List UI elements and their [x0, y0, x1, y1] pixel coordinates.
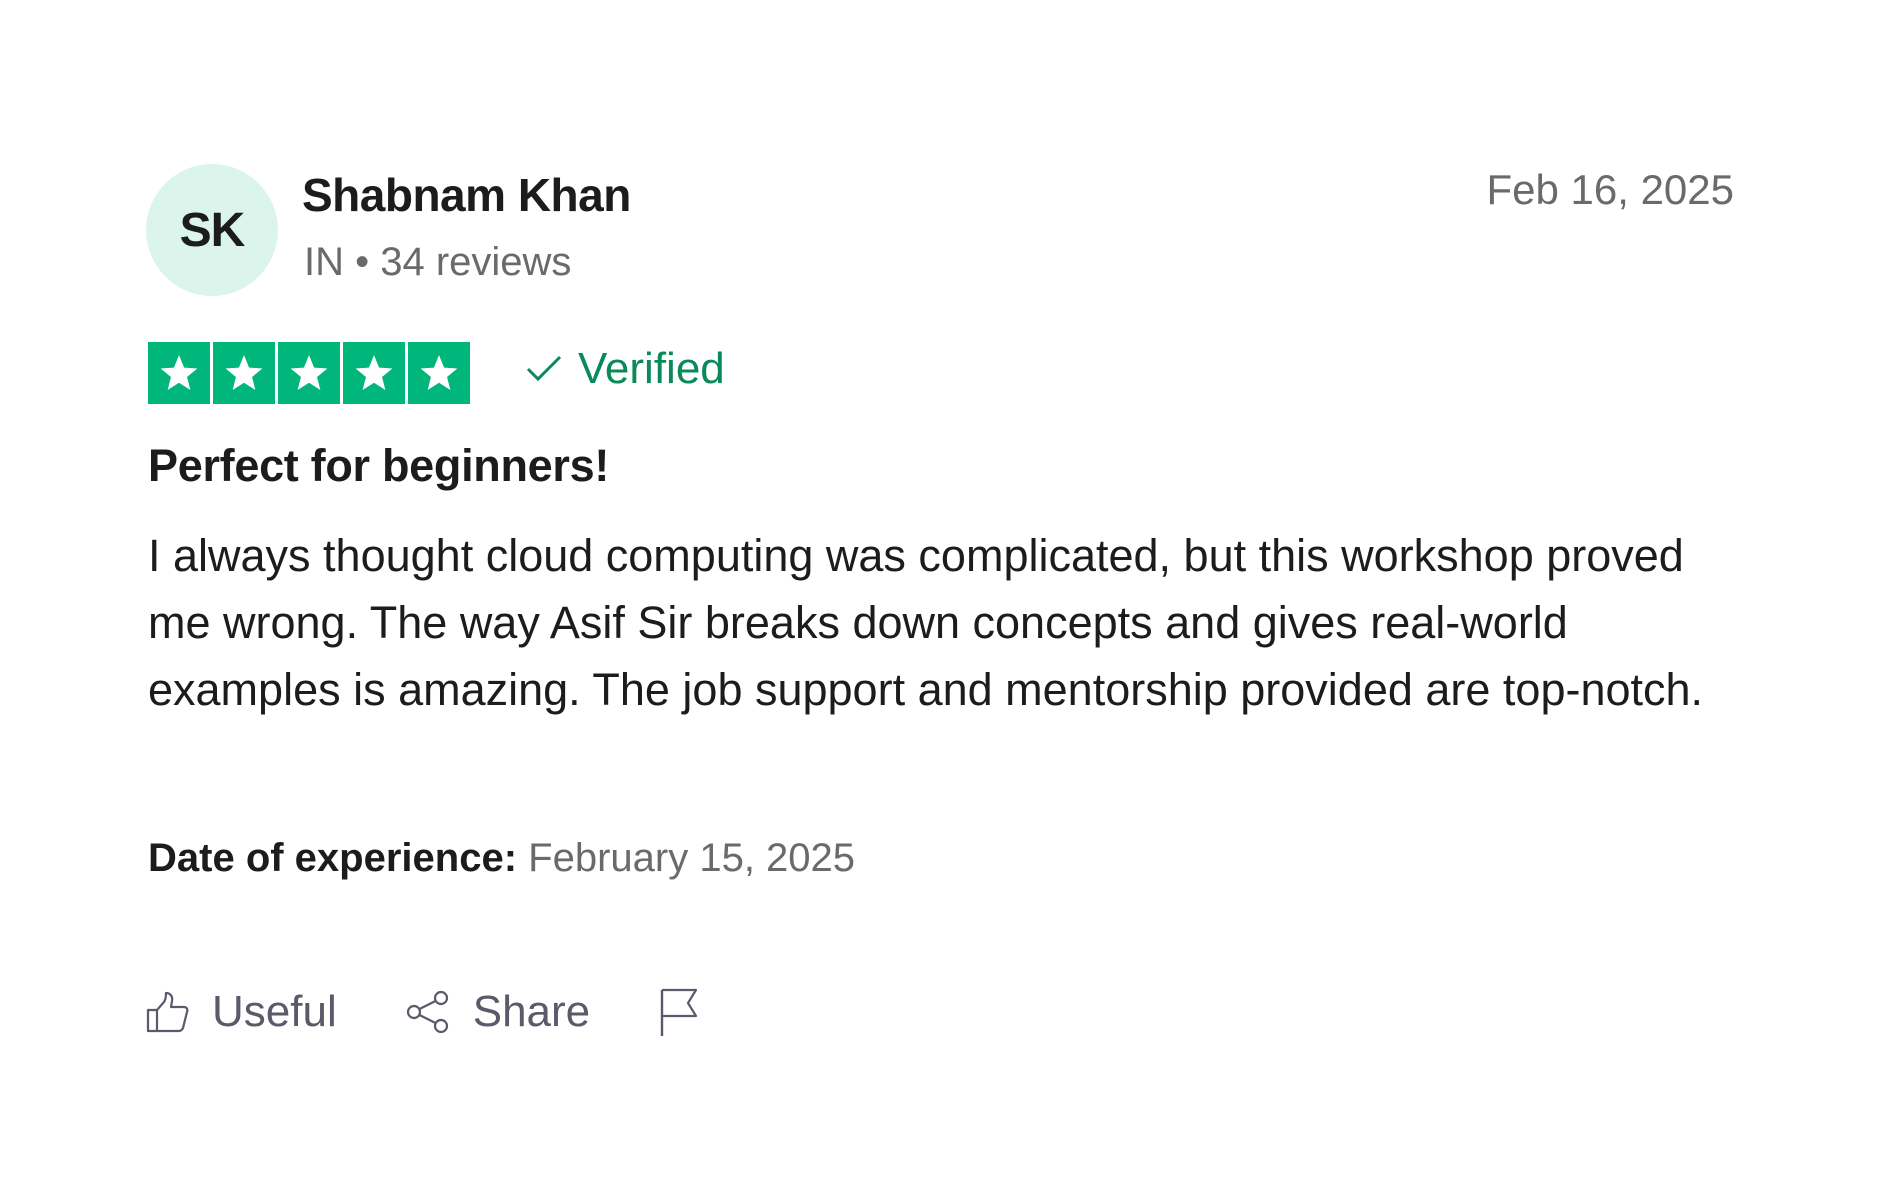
- star-rating: [148, 342, 470, 404]
- reviewer-name[interactable]: Shabnam Khan: [302, 168, 631, 222]
- useful-label: Useful: [212, 987, 337, 1036]
- experience-label: Date of experience:: [148, 836, 518, 880]
- star-icon: [343, 342, 405, 404]
- experience-date: February 15, 2025: [528, 836, 856, 880]
- avatar-initials: SK: [179, 203, 246, 257]
- review-body: I always thought cloud computing was com…: [148, 530, 1704, 715]
- report-button[interactable]: [658, 986, 700, 1038]
- share-button[interactable]: Share: [405, 987, 590, 1037]
- share-icon: [405, 990, 451, 1034]
- verified-label: Verified: [578, 344, 725, 393]
- thumbs-up-icon: [146, 990, 190, 1034]
- date-of-experience: Date of experience: February 15, 2025: [148, 836, 855, 881]
- star-icon: [408, 342, 470, 404]
- verified-badge[interactable]: Verified: [524, 344, 725, 394]
- star-icon: [213, 342, 275, 404]
- star-icon: [278, 342, 340, 404]
- flag-icon: [658, 986, 700, 1038]
- star-icon: [148, 342, 210, 404]
- review-actions: Useful Share: [146, 986, 700, 1038]
- avatar[interactable]: SK: [146, 164, 278, 296]
- review-title[interactable]: Perfect for beginners!: [148, 440, 609, 492]
- review-date: Feb 16, 2025: [1486, 166, 1734, 213]
- reviewer-meta: IN • 34 reviews: [304, 240, 572, 284]
- share-label: Share: [472, 987, 591, 1036]
- checkmark-icon: [524, 344, 564, 394]
- useful-button[interactable]: Useful: [146, 987, 337, 1037]
